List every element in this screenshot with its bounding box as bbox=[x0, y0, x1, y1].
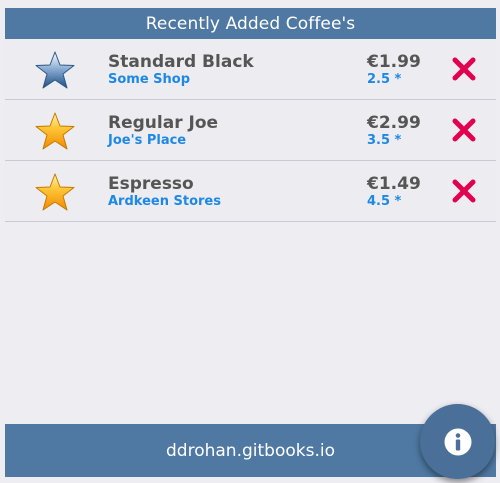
coffee-name: Espresso bbox=[108, 174, 194, 194]
delete-button[interactable] bbox=[451, 117, 477, 143]
star-gold-icon bbox=[35, 173, 75, 211]
coffee-rating: 2.5 * bbox=[367, 72, 402, 87]
close-icon bbox=[452, 179, 476, 203]
app-screen: Recently Added Coffee's Standard Black S… bbox=[0, 0, 500, 483]
close-icon bbox=[452, 57, 476, 81]
info-icon bbox=[444, 428, 471, 455]
page-header: Recently Added Coffee's bbox=[5, 8, 496, 39]
coffee-price: €1.49 bbox=[367, 174, 421, 194]
coffee-name: Standard Black bbox=[108, 52, 254, 72]
page-title: Recently Added Coffee's bbox=[145, 13, 356, 34]
footer-text: ddrohan.gitbooks.io bbox=[166, 440, 335, 461]
coffee-rating: 3.5 * bbox=[367, 133, 402, 148]
delete-button[interactable] bbox=[451, 178, 477, 204]
info-button[interactable] bbox=[420, 404, 495, 479]
shop-name: Joe's Place bbox=[108, 133, 187, 148]
coffee-rating: 4.5 * bbox=[367, 194, 402, 209]
coffee-list-item[interactable]: Regular Joe Joe's Place €2.99 3.5 * bbox=[5, 100, 496, 161]
coffee-price: €1.99 bbox=[367, 52, 421, 72]
star-blue-icon bbox=[35, 51, 75, 89]
close-icon bbox=[452, 118, 476, 142]
coffee-price: €2.99 bbox=[367, 113, 421, 133]
coffee-list-item[interactable]: Standard Black Some Shop €1.99 2.5 * bbox=[5, 39, 496, 100]
shop-name: Some Shop bbox=[108, 72, 191, 87]
coffee-list: Standard Black Some Shop €1.99 2.5 * Reg… bbox=[5, 39, 496, 222]
coffee-name: Regular Joe bbox=[108, 113, 219, 133]
delete-button[interactable] bbox=[451, 56, 477, 82]
coffee-list-item[interactable]: Espresso Ardkeen Stores €1.49 4.5 * bbox=[5, 161, 496, 222]
shop-name: Ardkeen Stores bbox=[108, 194, 221, 209]
star-gold-icon bbox=[35, 112, 75, 150]
